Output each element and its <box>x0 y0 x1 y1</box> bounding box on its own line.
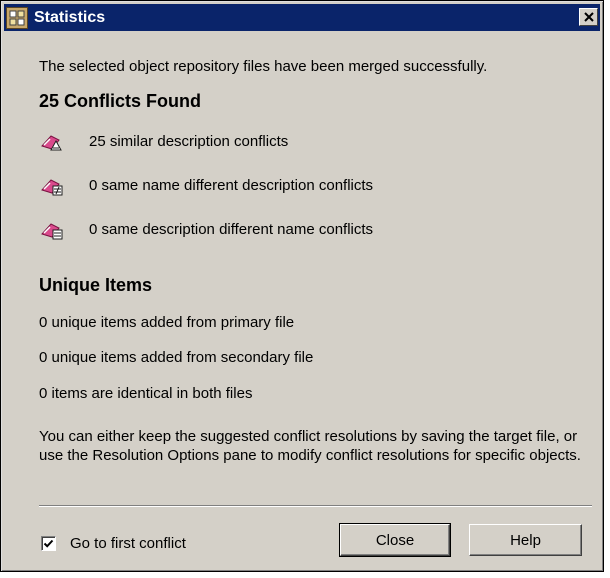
conflict-label: 0 same description different name confli… <box>89 220 374 238</box>
help-button[interactable]: Help <box>469 524 582 556</box>
close-button[interactable]: Close <box>339 523 451 557</box>
resolution-info-text: You can either keep the suggested confli… <box>39 428 581 464</box>
unique-primary-text: 0 unique items added from primary file <box>39 314 295 331</box>
same-name-conflict-icon <box>41 179 63 196</box>
statistics-dialog: Statistics The selected object repositor… <box>0 0 604 572</box>
merge-message: The selected object repository files hav… <box>39 58 488 75</box>
conflict-label: 0 same name different description confli… <box>89 176 374 194</box>
unique-secondary-text: 0 unique items added from secondary file <box>39 349 314 366</box>
window-title: Statistics <box>34 8 106 26</box>
similar-description-conflict-icon <box>41 135 62 151</box>
dialog-content: The selected object repository files hav… <box>1 31 603 571</box>
conflict-label: 25 similar description conflicts <box>89 132 289 150</box>
go-to-first-conflict-checkbox[interactable] <box>41 536 56 551</box>
conflict-row-same-name: 0 same name different description confli… <box>39 173 373 197</box>
identical-items-text: 0 items are identical in both files <box>39 385 253 402</box>
close-window-button[interactable] <box>579 8 598 26</box>
unique-items-heading: Unique Items <box>39 275 153 295</box>
same-description-conflict-icon <box>41 223 63 240</box>
go-to-first-conflict-option[interactable]: Go to first conflict <box>41 535 186 552</box>
app-icon <box>6 6 28 29</box>
title-bar[interactable]: Statistics <box>4 4 600 31</box>
conflict-row-similar: 25 similar description conflicts <box>39 129 288 153</box>
conflicts-heading: 25 Conflicts Found <box>39 91 201 111</box>
separator <box>39 505 592 507</box>
conflict-row-same-description: 0 same description different name confli… <box>39 217 373 241</box>
checkbox-label[interactable]: Go to first conflict <box>70 535 186 552</box>
close-icon <box>583 12 594 22</box>
checkmark-icon <box>43 539 54 548</box>
